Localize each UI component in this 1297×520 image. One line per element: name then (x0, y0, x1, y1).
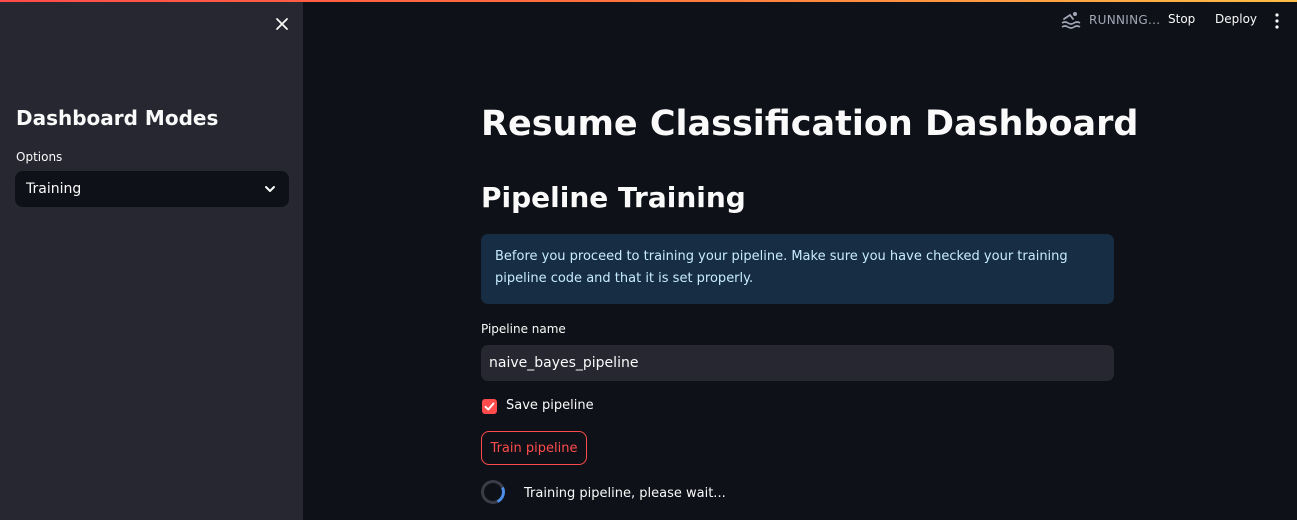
train-pipeline-button[interactable]: Train pipeline (481, 431, 587, 465)
main-menu-button[interactable] (1270, 12, 1284, 30)
close-sidebar-button[interactable] (272, 14, 292, 34)
checkmark-icon (484, 402, 495, 411)
spinner-text: Training pipeline, please wait... (524, 486, 726, 501)
swimmer-icon (1060, 10, 1082, 30)
kebab-menu-icon (1275, 13, 1279, 29)
save-pipeline-label: Save pipeline (506, 398, 594, 413)
mode-select-value: Training (26, 181, 82, 197)
loading-spinner (477, 476, 509, 508)
info-alert: Before you proceed to training your pipe… (481, 234, 1114, 304)
pipeline-name-input[interactable] (481, 345, 1114, 381)
options-label: Options (16, 150, 63, 164)
stop-button[interactable]: Stop (1168, 12, 1195, 26)
section-title: Pipeline Training (481, 181, 746, 214)
sidebar-title: Dashboard Modes (16, 106, 219, 130)
running-status: RUNNING... (1089, 13, 1161, 27)
pipeline-name-label: Pipeline name (481, 322, 566, 336)
deploy-button[interactable]: Deploy (1215, 12, 1257, 26)
save-pipeline-checkbox[interactable] (482, 399, 497, 414)
page-title: Resume Classification Dashboard (481, 104, 1139, 144)
mode-select[interactable]: Training (15, 171, 289, 207)
close-icon (276, 18, 288, 30)
chevron-down-icon (265, 186, 275, 192)
sidebar: Dashboard Modes Options Training (0, 2, 303, 520)
